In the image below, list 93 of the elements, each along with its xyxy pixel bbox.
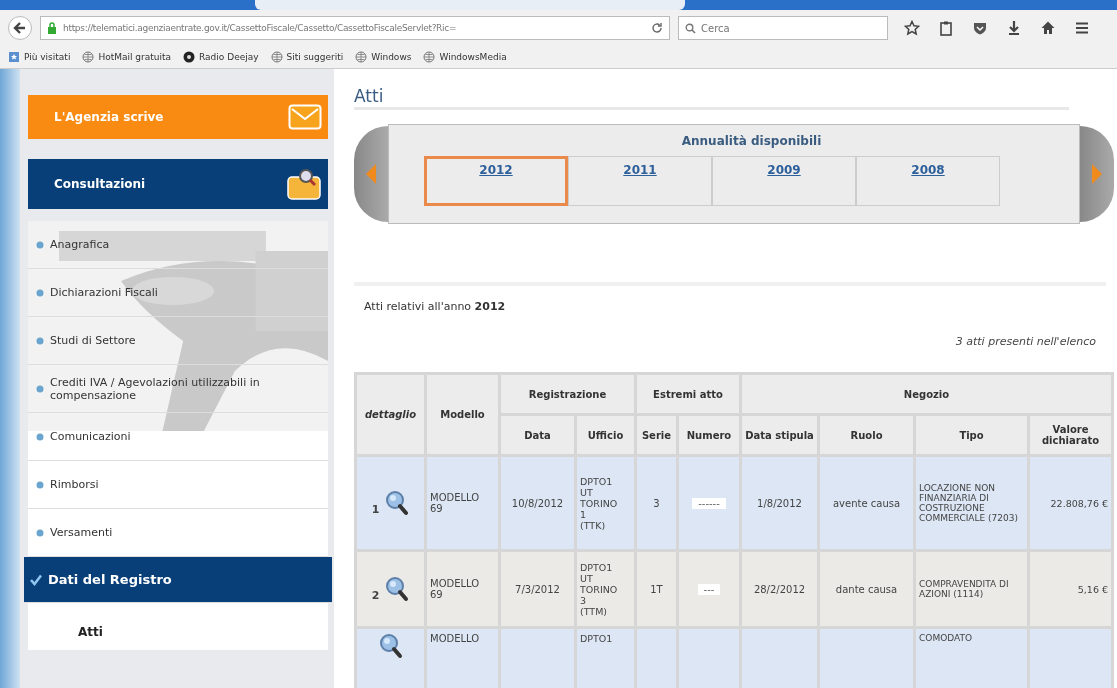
bookmark-link[interactable]: Più visitati [8,51,71,63]
column-header: Ruolo [818,414,915,456]
sidebar-item[interactable]: Dichiarazioni Fiscali [28,269,328,317]
right-arrow-icon [1090,162,1104,186]
table-cell: 1/8/2012 [757,497,802,509]
intro-text: Atti relativi all'anno 2012 [364,300,507,313]
count-text: 3 atti presenti nell'elenco [954,335,1096,348]
table-cell: avente causa [832,497,901,509]
table-cell: 28/2/2012 [753,583,806,595]
sidebar-item[interactable]: Rimborsi [28,461,328,509]
group-header: Registrazione [499,373,636,415]
table-cell: 3 [653,497,660,509]
check-icon [30,573,42,586]
menu-icon[interactable] [1074,20,1090,36]
sidebar-item[interactable]: Crediti IVA / Agevolazioni utilizzabili in compensazione [28,365,328,413]
folder-search-icon [286,167,322,201]
sidebar-item[interactable]: Comunicazioni [28,413,328,461]
column-header: Data stipula [740,414,819,456]
sidebar-item[interactable]: Anagrafica [28,221,328,269]
bullet-icon [36,528,44,537]
address-bar[interactable]: https://telematici.agenziaentrate.gov.it/CassettoFiscale/Cassetto/CassettoFiscaleServlet?Ric= [40,16,670,40]
bookmark-link[interactable]: HotMail gratuita [82,51,172,63]
table-cell: DPTO1 UT TORINO 3 (TTM) [580,561,618,617]
year-link[interactable]: 2011 [568,156,712,206]
bookmark-link[interactable]: Windows [355,51,412,63]
years-title: Annualità disponibili [680,133,823,150]
reload-icon[interactable] [651,22,663,34]
bullet-icon [36,432,44,441]
magnifier-icon[interactable] [385,576,410,602]
bullet-icon [36,288,44,297]
radio-icon [183,51,196,63]
magnifier-icon[interactable] [378,633,403,659]
table-cell: 22.808,76 € [1050,497,1108,509]
table-cell: COMODATO [919,633,973,643]
year-link[interactable]: 2009 [712,156,856,206]
group-header: Estremi atto [635,373,741,415]
bookmark-link[interactable]: WindowsMedia [423,51,507,63]
sidebar-item[interactable]: Dati del Registro [24,557,332,603]
column-header: Data [499,414,576,456]
table-cell: LOCAZIONE NON FINANZIARIA DI COSTRUZIONE COMMERCIALE (7203) [919,483,1018,523]
year-link[interactable]: 2012 [424,156,568,206]
column-header: Tipo [914,414,1029,456]
column-header: Numero [677,414,741,456]
row-number: 2 [371,588,380,602]
table-cell: 1T [650,583,663,595]
sidebar-item[interactable]: Studi di Settore [28,317,328,365]
table-cell: ------ [692,497,726,509]
column-header: dettaglio [355,373,426,456]
page-title: Atti [354,87,1069,110]
column-header: Serie [635,414,678,456]
table-cell: --- [697,583,721,595]
shield-icon[interactable] [972,20,988,36]
bookmark-link[interactable]: Siti suggeriti [270,51,344,63]
table-cell: MODELLO 69 [430,578,480,600]
group-header: Negozio [740,373,1113,415]
sidebar-subitem[interactable]: Atti [78,625,103,639]
bookmark-folder-icon [8,51,20,63]
table-cell: 7/3/2012 [515,583,560,595]
globe-icon [270,51,283,63]
back-arrow-icon [12,20,28,36]
table-cell: MODELLO 69 [430,492,480,514]
search-field[interactable]: Cerca [678,16,888,40]
magnifier-icon[interactable] [385,490,410,516]
search-icon [685,23,696,34]
table-cell: MODELLO [430,633,480,644]
sidebar-banner[interactable]: Consultazioni [28,159,328,209]
bullet-icon [36,336,44,345]
table-cell: 5,16 € [1077,583,1108,595]
bookmark-link[interactable]: Radio Deejay [183,51,259,63]
bullet-icon [36,384,44,393]
left-arrow-icon [364,162,378,186]
globe-icon [423,51,436,63]
table-cell: dante causa [835,583,898,595]
globe-icon [355,51,368,63]
back-button[interactable] [8,16,32,40]
year-link[interactable]: 2008 [856,156,1000,206]
column-header: Modello [425,373,500,456]
row-number: 1 [371,502,380,516]
table-cell: 10/8/2012 [511,497,564,509]
clipboard-icon[interactable] [938,20,954,36]
download-icon[interactable] [1006,20,1022,36]
bullet-icon [36,480,44,489]
table-cell: DPTO1 [580,633,613,644]
table-cell: COMPRAVENDITA DI AZIONI (1114) [919,579,1009,599]
column-header: Valore dichiarato [1028,414,1113,456]
column-header: Ufficio [575,414,636,456]
globe-icon [82,51,95,63]
star-icon[interactable] [904,20,920,36]
envelope-icon [288,104,322,130]
table-cell: DPTO1 UT TORINO 1 (TTK) [580,475,618,531]
bullet-icon [36,240,44,249]
home-icon[interactable] [1040,20,1056,36]
lock-icon [47,22,57,34]
